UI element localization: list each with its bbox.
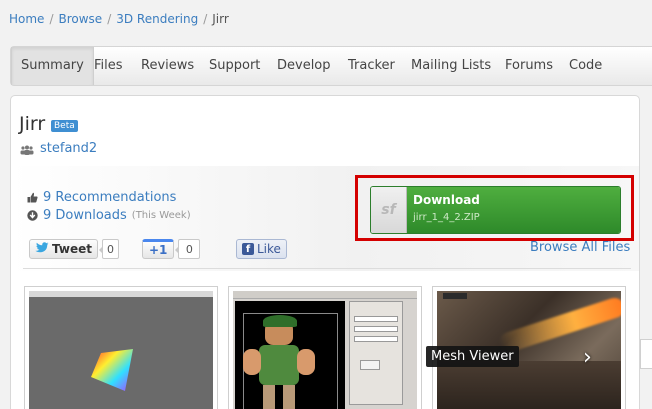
tweet-count: 0 (98, 239, 119, 259)
thumbs-up-icon (27, 192, 38, 203)
like-label: Like (257, 242, 281, 256)
browse-all-files-link[interactable]: Browse All Files (530, 240, 630, 255)
plusone-label: +1 (149, 243, 168, 257)
screenshot-image (29, 291, 213, 409)
downloads-period: (This Week) (131, 210, 191, 221)
beta-badge: Beta (51, 120, 78, 132)
plusone-button[interactable]: +1 (142, 239, 175, 259)
project-title: Jirr (19, 113, 46, 135)
project-tab-bar: Summary Files Reviews Support Develop Tr… (10, 46, 652, 86)
section-divider (23, 268, 631, 269)
recommendations-row: 9 Recommendations (27, 190, 176, 205)
tab-develop[interactable]: Develop (268, 47, 340, 85)
download-button[interactable]: sf Download jirr_1_4_2.ZIP (370, 186, 621, 234)
tab-tracker[interactable]: Tracker (339, 47, 404, 85)
people-icon (20, 144, 34, 155)
facebook-like-share: f Like (236, 239, 287, 259)
breadcrumb-home[interactable]: Home (9, 12, 44, 26)
tab-forums[interactable]: Forums (496, 47, 562, 85)
tab-summary[interactable]: Summary (11, 47, 94, 85)
tab-support[interactable]: Support (200, 47, 269, 85)
download-circle-icon (27, 210, 38, 221)
plusone-count: 0 (175, 239, 201, 259)
screenshot-image (233, 291, 417, 409)
downloads-link[interactable]: 9 Downloads (43, 208, 127, 223)
download-button-body: Download jirr_1_4_2.ZIP (407, 187, 620, 233)
like-button[interactable]: f Like (236, 239, 287, 259)
downloads-row: 9 Downloads (This Week) (27, 208, 191, 223)
chevron-right-icon[interactable]: › (583, 345, 592, 370)
breadcrumb-separator: / (107, 12, 112, 26)
breadcrumb-separator: / (49, 12, 54, 26)
tab-mailing-lists[interactable]: Mailing Lists (402, 47, 500, 85)
breadcrumb-separator: / (203, 12, 208, 26)
breadcrumb-3d-rendering[interactable]: 3D Rendering (116, 12, 198, 26)
tweet-share: Tweet 0 (29, 239, 119, 259)
plusone-share: +1 0 (142, 239, 201, 259)
tweet-button[interactable]: Tweet (29, 239, 98, 259)
download-highlight-frame: sf Download jirr_1_4_2.ZIP (355, 175, 634, 241)
twitter-bird-icon (35, 242, 49, 256)
sourceforge-logo-icon: sf (371, 187, 407, 233)
tab-code[interactable]: Code (560, 47, 611, 85)
screenshot-thumbnail[interactable] (228, 286, 422, 409)
download-title: Download (413, 193, 480, 207)
screenshot-thumbnail[interactable] (24, 286, 218, 409)
tab-files[interactable]: Files (85, 47, 132, 85)
breadcrumb: Home / Browse / 3D Rendering / Jirr (9, 12, 229, 26)
author-link[interactable]: stefand2 (40, 141, 97, 156)
gallery-caption: Mesh Viewer (426, 346, 519, 367)
project-author: stefand2 (20, 141, 97, 156)
facebook-icon: f (242, 243, 254, 255)
side-panel-edge (640, 339, 652, 369)
tweet-label: Tweet (52, 242, 92, 256)
project-summary-card: Jirr Beta stefand2 9 Recommendations 9 D… (10, 95, 640, 409)
breadcrumb-browse[interactable]: Browse (58, 12, 102, 26)
tab-reviews[interactable]: Reviews (132, 47, 203, 85)
breadcrumb-current: Jirr (212, 12, 229, 26)
download-filename: jirr_1_4_2.ZIP (413, 212, 480, 223)
recommendations-link[interactable]: 9 Recommendations (43, 190, 176, 205)
